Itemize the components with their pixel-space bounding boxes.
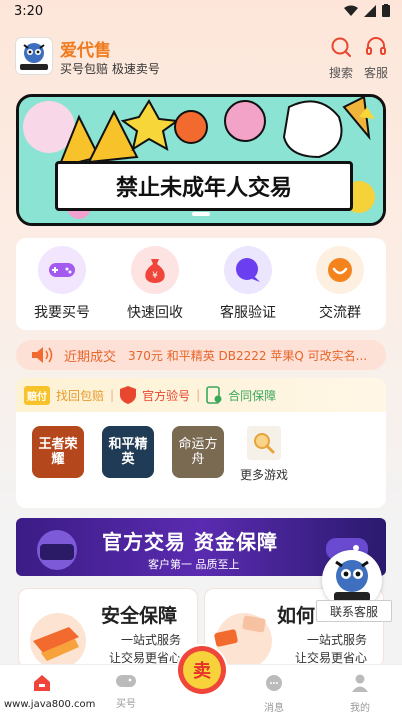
svg-text:卖: 卖 xyxy=(193,660,211,682)
shield-badge-icon xyxy=(30,613,86,667)
sell-account-button[interactable]: 卖 xyxy=(176,644,228,696)
guarantee-verify: 官方验号 xyxy=(142,388,191,403)
banner-notice: 禁止未成年人交易 xyxy=(55,161,353,211)
more-games-icon-wrap xyxy=(247,426,281,460)
gamepad-icon xyxy=(116,675,136,687)
wifi-icon xyxy=(344,5,358,16)
feature-line1: 一站式服务 xyxy=(121,633,182,647)
game-label: 王者荣耀 xyxy=(38,437,78,467)
tab-profile[interactable]: 我的 xyxy=(330,673,390,714)
recent-deals-ticker[interactable]: 近期成交 370元 和平精英 DB2222 苹果Q 可改实名... xyxy=(16,340,386,370)
feature-line1: 一站式服务 xyxy=(307,633,368,647)
app-slogan: 买号包赔 极速卖号 xyxy=(60,62,160,76)
promo-subline: 客户第一 品质至上 xyxy=(148,558,240,571)
svg-text:¥: ¥ xyxy=(152,271,158,281)
tab-label: 消息 xyxy=(264,703,284,714)
app-logo xyxy=(16,38,52,74)
sell-badge-icon: 卖 xyxy=(178,646,226,694)
compensation-badge: 赔付 xyxy=(24,385,50,405)
banner-indicator xyxy=(192,212,210,216)
promo-headline: 官方交易 资金保障 xyxy=(102,530,278,554)
guarantee-recovery: 找回包赔 xyxy=(56,388,105,403)
app-brand: 爱代售 xyxy=(60,41,111,61)
tab-buy[interactable]: 买号 xyxy=(96,673,156,710)
status-icons xyxy=(344,4,390,17)
chat-group-button[interactable]: 交流群 xyxy=(300,246,380,322)
game-lost-ark[interactable]: 命运方舟 xyxy=(172,426,224,478)
search-button[interactable]: 搜索 xyxy=(324,36,358,81)
service-verify-icon-wrap xyxy=(224,246,272,294)
tab-label: 卖号 xyxy=(191,701,211,712)
tab-label: 我的 xyxy=(350,703,370,714)
watermark: www.java800.com xyxy=(0,696,95,712)
speaker-icon xyxy=(32,347,53,363)
buy-account-icon-wrap xyxy=(38,246,86,294)
contract-icon xyxy=(206,386,222,404)
service-verify-label: 客服验证 xyxy=(220,305,276,321)
customer-service-button[interactable]: 客服 xyxy=(359,36,393,81)
guarantee-card: 赔付 找回包赔 | 官方验号 | 合同保障 王者荣耀 和平精英 命运方舟 更多游… xyxy=(16,378,386,508)
feature-card-security[interactable]: 安全保障 一站式服务 让交易更省心 xyxy=(18,588,198,668)
service-label: 客服 xyxy=(363,66,388,80)
search-icon xyxy=(331,37,351,57)
separator: | xyxy=(110,388,115,402)
quick-recycle-label: 快速回收 xyxy=(127,305,183,321)
user-icon xyxy=(352,674,368,692)
app-header: 爱代售 买号包赔 极速卖号 搜索 客服 xyxy=(0,32,402,82)
quick-recycle-button[interactable]: ¥ 快速回收 xyxy=(115,246,195,322)
search-label: 搜索 xyxy=(328,66,353,80)
chat-bubble-icon xyxy=(236,258,260,282)
home-icon xyxy=(34,675,50,691)
headset-icon xyxy=(366,37,386,55)
service-verify-button[interactable]: 客服验证 xyxy=(208,246,288,322)
guarantee-bar: 赔付 找回包赔 | 官方验号 | 合同保障 xyxy=(16,378,386,412)
promo-art-left xyxy=(37,530,77,570)
game-label: 命运方舟 xyxy=(178,437,218,467)
smile-chat-icon xyxy=(328,258,352,282)
chat-group-icon-wrap xyxy=(316,246,364,294)
quick-recycle-icon-wrap: ¥ xyxy=(131,246,179,294)
gamepad-icon xyxy=(49,263,75,277)
game-honor-of-kings[interactable]: 王者荣耀 xyxy=(32,426,84,478)
feature-title: 如何 xyxy=(277,605,316,627)
game-label: 和平精英 xyxy=(108,437,148,467)
chat-group-label: 交流群 xyxy=(319,305,361,321)
search-icon xyxy=(254,433,275,454)
message-icon xyxy=(266,675,282,691)
ticker-label: 近期成交 xyxy=(64,349,117,365)
money-bag-icon: ¥ xyxy=(145,259,165,283)
more-games-button[interactable]: 更多游戏 xyxy=(234,426,294,483)
tab-messages[interactable]: 消息 xyxy=(244,673,304,714)
guarantee-contract: 合同保障 xyxy=(228,388,277,403)
feature-title: 安全保障 xyxy=(101,605,178,627)
buy-account-button[interactable]: 我要买号 xyxy=(22,246,102,322)
shield-icon xyxy=(120,386,137,404)
quick-actions: 我要买号 ¥ 快速回收 客服验证 交流群 xyxy=(16,238,386,330)
status-time: 3:20 xyxy=(14,4,44,19)
separator: | xyxy=(196,388,201,402)
hero-banner[interactable]: 禁止未成年人交易 xyxy=(16,94,386,226)
tab-label: 买号 xyxy=(116,699,136,710)
more-games-label: 更多游戏 xyxy=(239,468,288,482)
ticker-text: 370元 和平精英 DB2222 苹果Q 可改实名... xyxy=(128,348,368,363)
battery-icon xyxy=(382,4,390,17)
floating-service-label[interactable]: 联系客服 xyxy=(316,600,392,622)
signal-icon xyxy=(364,4,376,17)
status-bar: 3:20 xyxy=(0,0,402,24)
game-peacekeeper-elite[interactable]: 和平精英 xyxy=(102,426,154,478)
buy-account-label: 我要买号 xyxy=(34,305,90,321)
